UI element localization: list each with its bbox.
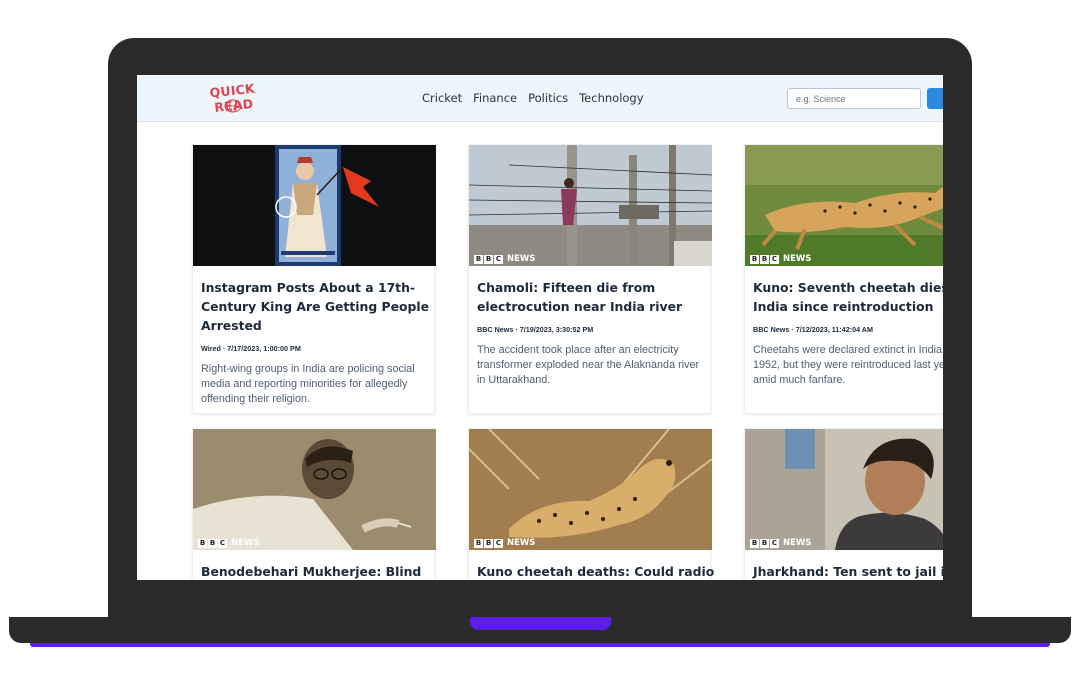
nav-link-politics[interactable]: Politics bbox=[528, 91, 568, 105]
browser-viewport: QUICK READ Cricket Finance Politics Tech… bbox=[137, 75, 943, 580]
navbar: QUICK READ Cricket Finance Politics Tech… bbox=[137, 75, 943, 122]
bbc-news-badge: B B C NEWS bbox=[198, 538, 260, 548]
article-description: The accident took place after an electri… bbox=[477, 344, 700, 386]
laptop-base-accent bbox=[30, 643, 1050, 647]
painting-king-icon bbox=[193, 145, 436, 266]
article-meta: BBC News · 7/12/2023, 11:42:04 AM bbox=[753, 325, 873, 334]
article-description: Cheetahs were declared extinct in India … bbox=[753, 344, 943, 386]
article-card[interactable]: B B C NEWS Chamoli: Fifteen die from electr… bbox=[468, 144, 712, 414]
young-man-icon: B B C NEWS bbox=[745, 429, 943, 550]
bbc-news-badge: B B C NEWS bbox=[474, 538, 536, 548]
article-title[interactable]: Kuno: Seventh cheetah dies in India sinc… bbox=[753, 278, 943, 316]
portrait-man-icon: B B C NEWS bbox=[193, 429, 436, 550]
power-lines-icon: B B C NEWS bbox=[469, 145, 712, 266]
search-input[interactable] bbox=[787, 88, 921, 109]
laptop-mockup: QUICK READ Cricket Finance Politics Tech… bbox=[0, 0, 1080, 686]
article-card[interactable]: Instagram Posts About a 17th-Century Kin… bbox=[192, 144, 436, 414]
bbc-news-badge: B B C NEWS bbox=[750, 538, 812, 548]
bbc-news-badge: B B C NEWS bbox=[750, 254, 812, 264]
bbc-news-badge: B B C NEWS bbox=[474, 254, 536, 264]
article-title[interactable]: Kuno cheetah deaths: Could radio bbox=[477, 562, 715, 580]
article-meta: Wired · 7/17/2023, 1:00:00 PM bbox=[201, 344, 301, 353]
article-card[interactable]: BBCNEWS Kuno: Seventh cheetah dies in In… bbox=[744, 144, 943, 414]
article-meta: BBC News · 7/19/2023, 3:30:52 PM bbox=[477, 325, 594, 334]
globe-icon bbox=[224, 99, 242, 113]
article-title[interactable]: Benodebehari Mukherjee: Blind bbox=[201, 562, 439, 580]
search-button[interactable] bbox=[927, 88, 943, 109]
article-card[interactable]: B B C NEWS Jharkhand: Ten sent to jail in I bbox=[744, 428, 943, 580]
article-card[interactable]: B B C NEWS Kuno cheetah deaths: Could radio bbox=[468, 428, 714, 580]
nav-link-cricket[interactable]: Cricket bbox=[422, 91, 462, 105]
nav-link-finance[interactable]: Finance bbox=[473, 91, 517, 105]
article-title[interactable]: Jharkhand: Ten sent to jail in I bbox=[753, 562, 943, 580]
article-card[interactable]: B B C NEWS Benodebehari Mukherjee: Blind bbox=[192, 428, 436, 580]
article-title[interactable]: Instagram Posts About a 17th-Century Kin… bbox=[201, 278, 439, 335]
running-cheetah-icon: B B C NEWS bbox=[745, 145, 943, 266]
nav-link-technology[interactable]: Technology bbox=[579, 91, 643, 105]
article-description: Right-wing groups in India are policing … bbox=[201, 363, 415, 405]
nav-links: Cricket Finance Politics Technology bbox=[422, 91, 644, 105]
laptop-notch bbox=[470, 617, 611, 630]
site-logo[interactable]: QUICK READ bbox=[193, 81, 273, 115]
article-title[interactable]: Chamoli: Fifteen die from electrocution … bbox=[477, 278, 715, 316]
resting-cheetah-icon: B B C NEWS bbox=[469, 429, 712, 550]
